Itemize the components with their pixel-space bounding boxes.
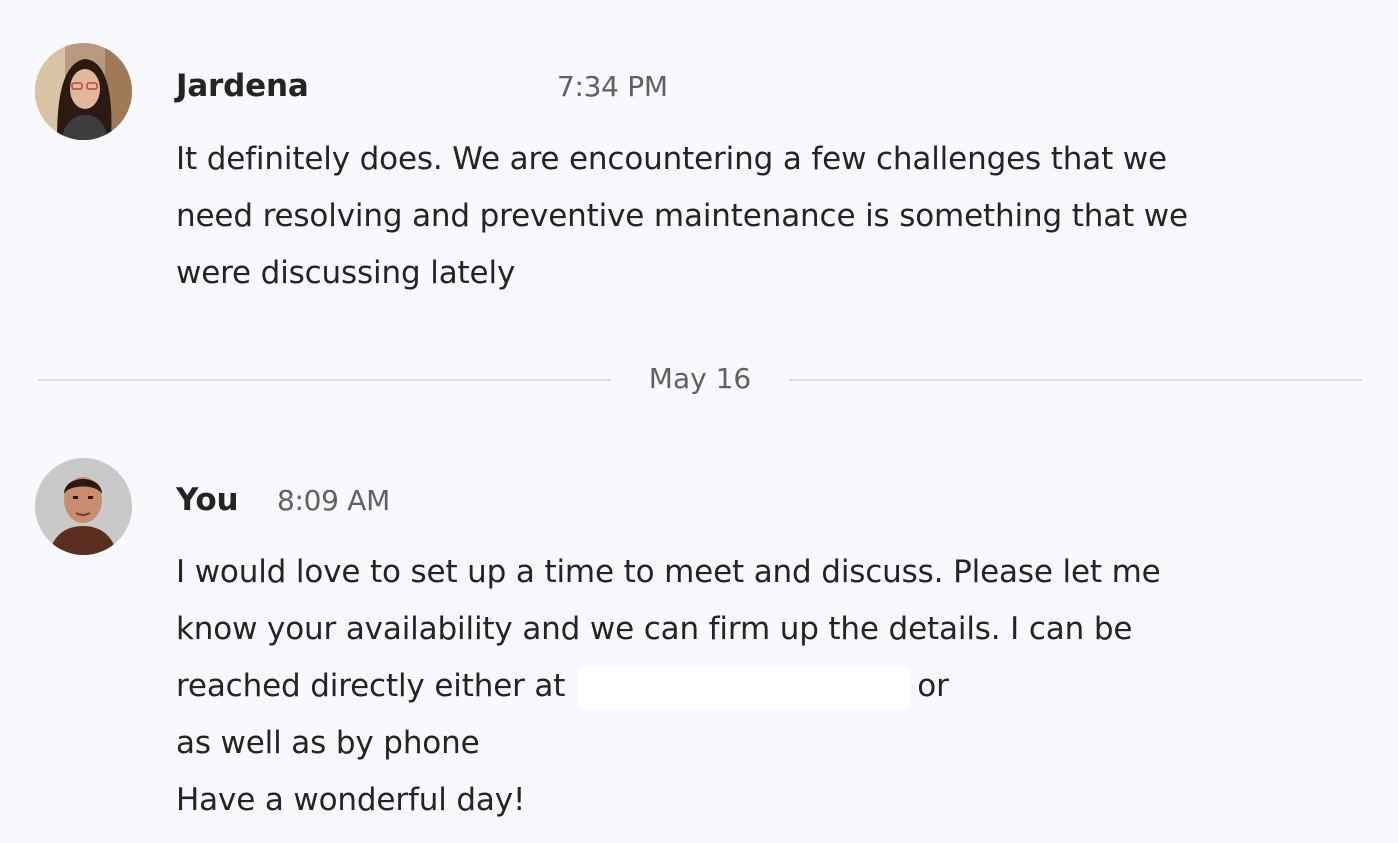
message-text: know your availability and we can firm u… — [176, 611, 1133, 647]
divider-rule-left — [38, 379, 611, 381]
divider-rule-right — [789, 379, 1362, 381]
message-text: I would love to set up a time to meet an… — [176, 554, 1161, 590]
message-body: It definitely does. We are encountering … — [176, 131, 1356, 302]
message-text: or — [917, 668, 949, 704]
message-item: Jardena 7:34 PM It definitely does. We a… — [0, 0, 1398, 330]
message-text: were discussing lately — [176, 255, 516, 291]
avatar[interactable] — [35, 458, 132, 555]
sender-name[interactable]: Jardena — [176, 68, 309, 104]
date-divider-label: May 16 — [648, 362, 752, 395]
redacted-email — [579, 667, 910, 708]
message-body: I would love to set up a time to meet an… — [176, 544, 1356, 829]
message-item: You 8:09 AM I would love to set up a tim… — [0, 430, 1398, 843]
message-text: as well as by phone — [176, 725, 480, 761]
message-timestamp: 8:09 AM — [277, 484, 390, 517]
message-timestamp: 7:34 PM — [557, 70, 668, 103]
message-text: need resolving and preventive maintenanc… — [176, 198, 1188, 234]
avatar-woman-icon — [35, 43, 132, 140]
message-text: reached directly either at — [176, 668, 566, 704]
sender-name[interactable]: You — [176, 482, 239, 518]
avatar-man-icon — [35, 458, 132, 555]
message-text: Have a wonderful day! — [176, 782, 526, 818]
date-divider: May 16 — [38, 360, 1362, 400]
avatar[interactable] — [35, 43, 132, 140]
message-text: It definitely does. We are encountering … — [176, 141, 1167, 177]
message-text-with-redaction: reached directly either at or — [176, 658, 1356, 715]
